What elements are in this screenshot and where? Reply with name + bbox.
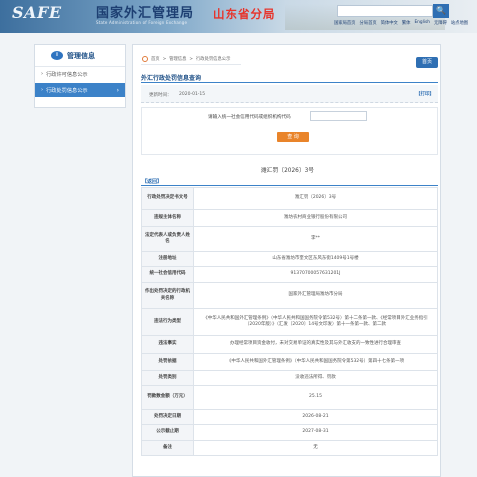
sidebar: i 管理信息 › 行政许可信息公示 › 行政处罚信息公示 › [34,44,126,108]
field-value: 25.15 [193,385,438,410]
field-label: 法定代表人或负责人姓名 [141,226,194,252]
arrow-right-icon: › [116,86,119,94]
top-link[interactable]: 国家局首页 [334,20,355,26]
field-value: 办理经常项目资金收付，未对交易单证的真实性及其与外汇收支的一致性进行合理审查 [193,335,438,354]
breadcrumb: 首页 > 管理信息 > 行政处罚信息公示 [142,56,230,62]
field-value: 《中华人民共和国外汇管理条例》（中华人民共和国国务院令第532号）第四十七条第一… [193,353,438,371]
update-date-value: 2020-01-15 [179,92,206,97]
field-label: 罚款数金额（万元） [141,385,194,410]
breadcrumb-item[interactable]: 管理信息 [169,56,186,62]
field-label: 注册地址 [141,251,194,267]
field-value: 2026-08-21 [193,409,438,425]
meta-bar: 更新时间： 2020-01-15 【打印】 [141,85,438,103]
chevron-right-icon: › [41,87,44,93]
table-row: 行政处罚决定书文号 潍汇罚〔2026〕3号 [141,187,438,210]
field-label: 处罚决定日期 [141,409,194,425]
top-link[interactable]: 繁体 [402,20,411,26]
top-link[interactable]: 无障碍 [434,20,447,26]
breadcrumb-separator: > [189,56,193,62]
table-row: 公示截止期 2027-08-31 [141,424,438,441]
table-row: 罚款数金额（万元） 25.15 [141,385,438,410]
sidebar-title: 管理信息 [67,51,95,60]
field-value: 91370700057631201J [193,266,438,283]
section-divider [141,185,438,186]
field-label: 公示截止期 [141,424,194,441]
field-label: 行政处罚决定书文号 [141,187,194,210]
field-value: 潍汇罚〔2026〕3号 [193,187,438,210]
top-link[interactable]: 站点地图 [451,20,468,26]
info-icon: i [51,51,63,60]
field-label: 备注 [141,440,194,456]
back-link[interactable]: 【返回】 [142,178,162,185]
sidebar-item-label: 行政处罚信息公示 [46,87,88,94]
penalty-detail-table: 行政处罚决定书文号 潍汇罚〔2026〕3号 违规主体名称 潍坊农村商业银行股份有限公司… [141,187,438,456]
table-row: 违规主体名称 潍坊农村商业银行股份有限公司 [141,209,438,227]
field-label: 统一社会信用代码 [141,266,194,283]
field-value: 李** [193,226,438,252]
bureau-name-english: State Administration of Foreign Exchange [96,20,188,25]
site-search-input[interactable] [337,5,433,17]
credit-code-input[interactable] [310,111,367,121]
table-row: 处罚依据 《中华人民共和国外汇管理条例》（中华人民共和国国务院令第532号）第四十… [141,353,438,371]
field-label: 违法行为类型 [141,308,194,336]
sidebar-header: i 管理信息 [35,45,125,67]
sidebar-item-admin-license[interactable]: › 行政许可信息公示 [35,67,125,81]
top-link[interactable]: English [414,20,430,26]
field-label: 违法事实 [141,335,194,354]
table-row: 违法行为类型 《中华人民共和国外汇管理条例》（中华人民共和国国务院令第532号）第… [141,308,438,336]
top-link[interactable]: 简体中文 [381,20,398,26]
table-row: 处罚类别 没收违法所得、罚款 [141,370,438,386]
query-button[interactable]: 查 询 [277,132,309,142]
bureau-name: 国家外汇管理局 [96,6,195,21]
field-label: 处罚依据 [141,353,194,371]
home-icon [142,56,148,62]
table-row: 违法事实 办理经常项目资金收付，未对交易单证的真实性及其与外汇收支的一致性进行合理… [141,335,438,354]
print-link[interactable]: 【打印】 [416,91,434,97]
field-value: 没收违法所得、罚款 [193,370,438,386]
breadcrumb-item[interactable]: 首页 [151,56,160,62]
update-date-label: 更新时间： [149,93,172,98]
field-label: 违规主体名称 [141,209,194,227]
site-header: SAFE 国家外汇管理局 State Administration of For… [0,0,477,33]
field-label: 处罚类别 [141,370,194,386]
breadcrumb-separator: > [162,56,167,62]
home-button[interactable]: 首页 [416,57,438,68]
page-title: 外汇行政处罚信息查询 [141,75,202,82]
safe-logo[interactable]: SAFE [12,3,62,22]
field-value: 潍坊农村商业银行股份有限公司 [193,209,438,227]
field-value: 无 [193,440,438,456]
field-value: 《中华人民共和国外汇管理条例》（中华人民共和国国务院令第532号）第十二条第一款… [193,308,438,336]
field-label: 作出处罚决定的行政机关名称 [141,282,194,309]
query-form: 请输入统一社会信用代码或组织机构代码 查 询 [141,107,438,155]
breadcrumb-divider [141,64,241,65]
sidebar-item-label: 行政许可信息公示 [46,71,88,78]
search-button[interactable]: 🔍 [433,4,449,18]
main-panel: 首页 > 管理信息 > 行政处罚信息公示 首页 外汇行政处罚信息查询 更新时间：… [132,44,441,477]
sidebar-item-admin-penalty[interactable]: › 行政处罚信息公示 › [35,83,125,97]
table-row: 统一社会信用代码 91370700057631201J [141,266,438,283]
field-value: 2027-08-31 [193,424,438,441]
branch-name: 山东省分局 [213,7,276,21]
table-row: 法定代表人或负责人姓名 李** [141,226,438,252]
table-row: 备注无 [141,440,438,456]
table-row: 作出处罚决定的行政机关名称 国家外汇管理局潍坊市分局 [141,282,438,309]
top-link[interactable]: 分局首页 [359,20,376,26]
document-number: 潍汇罚〔2026〕3号 [260,168,315,174]
chevron-right-icon: › [41,71,44,77]
table-row: 注册地址 山东省潍坊市奎文区东风东街1409号1号楼 [141,251,438,267]
top-links: 国家局首页 分局首页 简体中文 繁体 English 无障碍 站点地图 [334,20,468,26]
table-row: 处罚决定日期 2026-08-21 [141,409,438,425]
field-value: 国家外汇管理局潍坊市分局 [193,282,438,309]
breadcrumb-item[interactable]: 行政处罚信息公示 [196,56,230,62]
search-icon: 🔍 [436,6,446,15]
credit-code-label: 请输入统一社会信用代码或组织机构代码 [208,115,291,120]
title-divider [141,82,438,83]
field-value: 山东省潍坊市奎文区东风东街1409号1号楼 [193,251,438,267]
